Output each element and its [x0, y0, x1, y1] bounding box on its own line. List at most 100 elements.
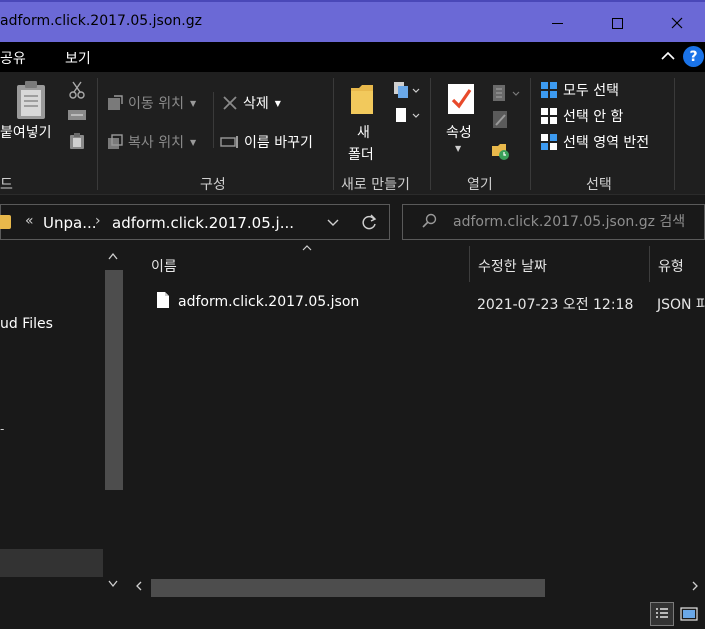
delete-button[interactable]: 삭제 ▼ [222, 93, 281, 113]
maximize-button[interactable] [594, 4, 640, 42]
breadcrumb-unpack[interactable]: Unpa... [43, 214, 97, 232]
clipboard-group-label: 드 [0, 177, 13, 193]
file-row[interactable]: adform.click.2017.05.json 2021-07-23 오전 … [127, 288, 705, 318]
minimize-icon [551, 22, 563, 24]
large-icons-view-icon [680, 607, 698, 621]
breadcrumb-current[interactable]: adform.click.2017.05.j... [112, 214, 294, 232]
new-folder-label-2[interactable]: 폴더 [348, 144, 374, 164]
chevron-down-icon: ▼ [189, 137, 197, 147]
rename-icon [220, 136, 238, 148]
file-date: 2021-07-23 오전 12:18 [477, 297, 634, 313]
new-group-label: 새로 만들기 [341, 177, 410, 193]
ribbon: 붙여넣기 드 이동 위치 ▼ 복사 위치 ▼ 삭제 ▼ 이름 바꾸기 구성 새 … [0, 72, 705, 195]
menu-bar: 공유 보기 ? [0, 42, 705, 72]
copy-path-icon[interactable] [67, 108, 87, 122]
details-view-icon [656, 608, 668, 618]
ribbon-collapse-icon[interactable] [660, 48, 676, 64]
new-folder-label-1[interactable]: 새 [357, 122, 370, 142]
invert-selection-label: 선택 영역 반전 [563, 135, 650, 151]
properties-chevron-icon[interactable]: ▼ [455, 144, 461, 153]
refresh-icon[interactable] [359, 213, 379, 233]
nav-scrollbar-thumb[interactable] [105, 270, 123, 490]
help-icon[interactable]: ? [683, 46, 704, 67]
move-to-button[interactable]: 이동 위치 ▼ [106, 93, 196, 113]
delete-icon [223, 96, 237, 110]
minimize-button[interactable] [534, 4, 580, 42]
new-item-icon[interactable] [392, 80, 420, 100]
status-bar [0, 600, 705, 629]
horizontal-scrollbar-thumb[interactable] [151, 579, 545, 597]
paste-label[interactable]: 붙여넣기 [0, 122, 52, 142]
scroll-down-icon[interactable] [108, 580, 118, 588]
file-type: JSON 파 [657, 297, 705, 313]
cut-icon[interactable] [68, 80, 86, 100]
chevron-down-icon: ▼ [274, 98, 281, 108]
file-list: 이름 수정한 날짜 유형 adform.click.2017.05.json 2… [127, 245, 705, 600]
ribbon-separator [430, 78, 431, 190]
select-none-icon [541, 108, 557, 124]
window-title: adform.click.2017.05.json.gz [0, 13, 202, 29]
delete-label: 삭제 [243, 96, 269, 112]
move-to-icon [108, 95, 123, 110]
large-icons-view-button[interactable] [678, 602, 700, 626]
nav-item-partial[interactable]: - [0, 422, 4, 436]
address-row: « Unpa... › adform.click.2017.05.j... [0, 196, 705, 246]
select-all-button[interactable]: 모두 선택 [540, 80, 619, 100]
close-icon [671, 17, 683, 29]
column-name-label: 이름 [151, 259, 177, 275]
nav-item-highlight[interactable] [0, 549, 103, 577]
new-folder-icon[interactable] [349, 82, 375, 116]
select-group-label: 선택 [586, 177, 612, 193]
rename-label: 이름 바꾸기 [244, 135, 313, 151]
tab-view[interactable]: 보기 [65, 48, 91, 68]
search-input[interactable] [453, 211, 703, 233]
move-to-label: 이동 위치 [128, 96, 184, 112]
open-group-label: 열기 [467, 177, 493, 193]
open-icon [493, 85, 520, 101]
paste-icon[interactable] [14, 80, 48, 120]
scroll-left-icon[interactable] [135, 581, 143, 591]
address-bar[interactable]: « Unpa... › adform.click.2017.05.j... [0, 204, 390, 240]
select-none-button[interactable]: 선택 안 함 [540, 106, 623, 126]
file-name: adform.click.2017.05.json [178, 294, 360, 310]
rename-button[interactable]: 이름 바꾸기 [220, 132, 313, 152]
close-button[interactable] [654, 4, 700, 42]
copy-to-button[interactable]: 복사 위치 ▼ [106, 132, 196, 152]
scroll-right-icon[interactable] [691, 581, 699, 591]
column-date-label: 수정한 날짜 [478, 259, 547, 275]
ribbon-separator [213, 92, 214, 148]
properties-label[interactable]: 속성 [446, 122, 472, 142]
nav-item-cloud-files[interactable]: ud Files [0, 316, 53, 332]
file-icon [157, 292, 169, 308]
search-box[interactable] [402, 204, 705, 240]
select-all-label: 모두 선택 [563, 83, 619, 99]
ribbon-separator [333, 78, 334, 190]
edit-icon [493, 111, 507, 128]
horizontal-scrollbar[interactable] [127, 578, 705, 598]
paste-shortcut-icon[interactable] [69, 132, 85, 150]
title-bar: adform.click.2017.05.json.gz [0, 0, 705, 42]
history-icon[interactable] [490, 142, 512, 162]
select-all-icon [541, 82, 557, 98]
chevron-down-icon[interactable] [327, 217, 339, 229]
column-header-date[interactable]: 수정한 날짜 [469, 246, 649, 282]
details-view-button[interactable] [650, 602, 674, 626]
column-header-name[interactable]: 이름 [127, 246, 469, 282]
properties-icon[interactable] [446, 82, 476, 116]
scroll-up-icon[interactable] [108, 252, 118, 260]
column-header-type[interactable]: 유형 [649, 246, 705, 282]
copy-to-icon [108, 134, 123, 149]
column-type-label: 유형 [658, 259, 684, 275]
breadcrumb-overflow[interactable]: « [25, 213, 34, 229]
ribbon-separator [674, 78, 675, 190]
chevron-right-icon[interactable]: › [95, 213, 101, 229]
search-icon [422, 213, 437, 228]
navigation-pane: ud Files - [0, 246, 127, 600]
maximize-icon [611, 17, 623, 29]
ribbon-separator [97, 78, 98, 190]
invert-selection-icon [541, 134, 557, 150]
easy-access-icon[interactable] [392, 106, 420, 126]
tab-share[interactable]: 공유 [0, 48, 26, 68]
invert-selection-button[interactable]: 선택 영역 반전 [540, 132, 649, 152]
organize-group-label: 구성 [200, 177, 226, 193]
